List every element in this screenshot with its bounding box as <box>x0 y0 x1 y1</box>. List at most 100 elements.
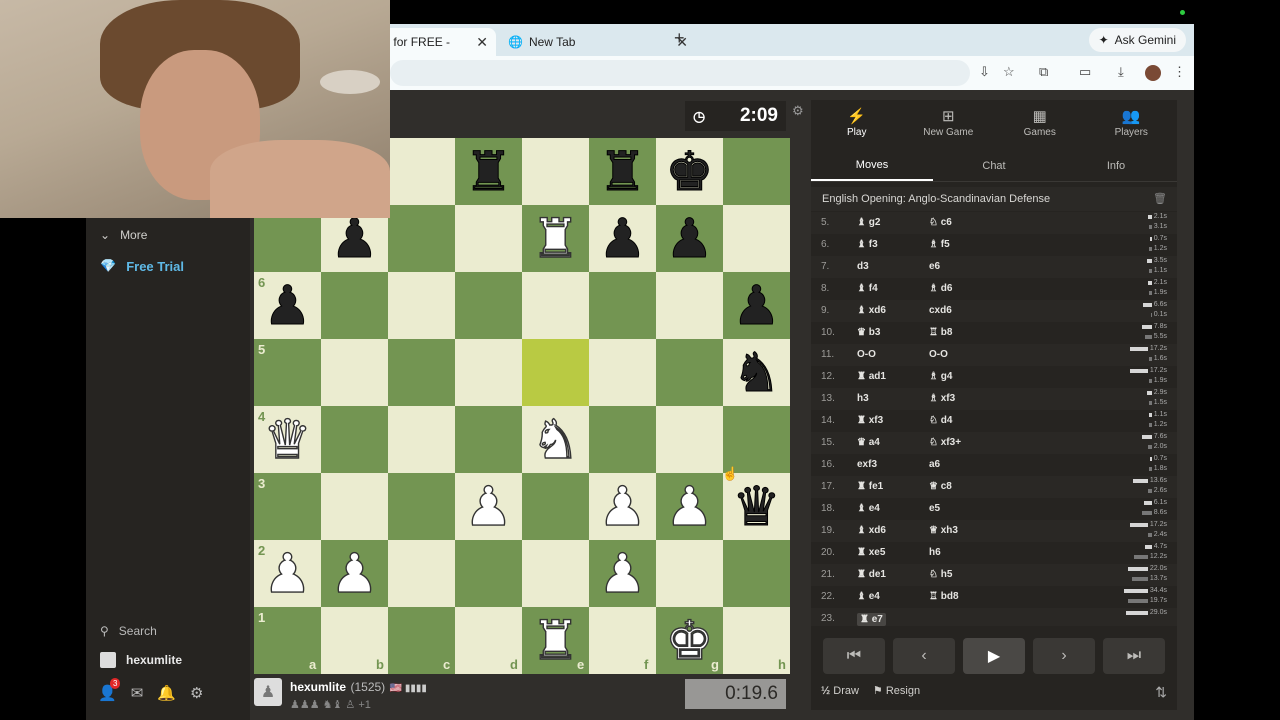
square-d5[interactable] <box>455 339 522 406</box>
square-e5[interactable] <box>522 339 589 406</box>
black-move[interactable]: ♗ f5 <box>929 239 950 250</box>
menu-icon[interactable]: ⋮ <box>1173 64 1186 80</box>
square-c6[interactable] <box>388 272 455 339</box>
white-move[interactable]: ♜ fe1 <box>857 481 883 492</box>
square-g4[interactable] <box>656 406 723 473</box>
tab-new-game[interactable]: ⊞ New Game <box>903 100 995 144</box>
black-move[interactable]: ♗ g4 <box>929 371 952 382</box>
square-c7[interactable] <box>388 205 455 272</box>
square-e6[interactable] <box>522 272 589 339</box>
white-move[interactable]: h3 <box>857 393 869 404</box>
install-icon[interactable]: ⇩ <box>979 64 990 80</box>
piece-e4[interactable]: ♞ <box>522 406 589 473</box>
black-move[interactable]: ♖ bd8 <box>929 591 959 602</box>
white-move[interactable]: ♛ b3 <box>857 327 880 338</box>
white-move[interactable]: exf3 <box>857 459 877 470</box>
black-move[interactable]: a6 <box>929 459 940 470</box>
black-move[interactable]: ♗ d6 <box>929 283 952 294</box>
square-e3[interactable] <box>522 473 589 540</box>
tab-play[interactable]: ⚡ Play <box>811 100 903 144</box>
square-b3[interactable] <box>321 473 388 540</box>
square-d6[interactable] <box>455 272 522 339</box>
white-move[interactable]: ♝ xd6 <box>857 305 886 316</box>
black-move[interactable]: ♘ xf3+ <box>929 437 961 448</box>
close-icon[interactable]: ✕ <box>476 34 488 51</box>
piece-f7[interactable]: ♟ <box>589 205 656 272</box>
next-move-button[interactable]: › <box>1033 638 1095 674</box>
play-button[interactable]: ▶ <box>963 638 1025 674</box>
player-avatar[interactable]: ♟ <box>254 678 282 706</box>
player-name[interactable]: hexumlite <box>290 680 346 694</box>
trash-icon[interactable]: 🗑 <box>1153 192 1167 205</box>
square-h2[interactable] <box>723 540 790 607</box>
black-move[interactable]: ♘ d4 <box>929 415 952 426</box>
square-f4[interactable] <box>589 406 656 473</box>
white-move[interactable]: ♜ ad1 <box>857 371 886 382</box>
tab-players[interactable]: 👥 Players <box>1086 100 1178 144</box>
white-move[interactable]: ♛ a4 <box>857 437 880 448</box>
black-move[interactable]: h6 <box>929 547 941 558</box>
square-d2[interactable] <box>455 540 522 607</box>
square-b5[interactable] <box>321 339 388 406</box>
square-e2[interactable] <box>522 540 589 607</box>
piece-g7[interactable]: ♟ <box>656 205 723 272</box>
piece-h6[interactable]: ♟ <box>723 272 790 339</box>
piece-b2[interactable]: ♟ <box>321 540 388 607</box>
black-move[interactable]: ♘ h5 <box>929 569 952 580</box>
first-move-button[interactable]: ⏮ <box>823 638 885 674</box>
square-h8[interactable] <box>723 138 790 205</box>
black-move[interactable]: ♖ b8 <box>929 327 952 338</box>
tab-info[interactable]: Info <box>1055 150 1177 181</box>
white-move[interactable]: ♝ f4 <box>857 283 878 294</box>
black-move[interactable]: ♕ xh3 <box>929 525 958 536</box>
white-move[interactable]: ♜ e7 <box>857 613 886 626</box>
white-move[interactable]: ♝ xd6 <box>857 525 886 536</box>
white-move[interactable]: d3 <box>857 261 869 272</box>
black-move[interactable]: ♕ c8 <box>929 481 952 492</box>
black-move[interactable]: cxd6 <box>929 305 952 316</box>
piece-f3[interactable]: ♟ <box>589 473 656 540</box>
square-d4[interactable] <box>455 406 522 473</box>
extensions-icon[interactable]: ⧉ <box>1039 64 1048 80</box>
square-h7[interactable] <box>723 205 790 272</box>
white-move[interactable]: ♝ g2 <box>857 217 880 228</box>
white-move[interactable]: ♝ e4 <box>857 591 880 602</box>
piece-f8[interactable]: ♜ <box>589 138 656 205</box>
piece-d8[interactable]: ♜ <box>455 138 522 205</box>
last-move-button[interactable]: ⏭ <box>1103 638 1165 674</box>
tab-chat[interactable]: Chat <box>933 150 1055 181</box>
sidepanel-icon[interactable]: ▭ <box>1079 64 1091 80</box>
sidebar-item-search[interactable]: ⚲ Search <box>100 624 157 638</box>
square-c4[interactable] <box>388 406 455 473</box>
square-h4[interactable] <box>723 406 790 473</box>
tab-moves[interactable]: Moves <box>811 150 933 181</box>
mail-icon[interactable]: ✉ <box>131 684 144 702</box>
sidebar-item-free-trial[interactable]: 💎 Free Trial <box>100 258 184 274</box>
previous-move-button[interactable]: ‹ <box>893 638 955 674</box>
sidebar-item-user[interactable]: hexumlite <box>100 652 182 668</box>
tab-games[interactable]: ▦ Games <box>994 100 1086 144</box>
download-icon[interactable]: ⤓ <box>1118 64 1124 80</box>
sidebar-item-more[interactable]: ⌄ More <box>100 228 147 242</box>
white-move[interactable]: ♝ e4 <box>857 503 880 514</box>
white-move[interactable]: ♜ xf3 <box>857 415 883 426</box>
square-c8[interactable] <box>388 138 455 205</box>
tab-new-tab[interactable]: 🌐 New Tab ✕ <box>498 28 696 56</box>
white-move[interactable]: O-O <box>857 349 876 360</box>
piece-h3[interactable]: ♛ <box>723 473 790 540</box>
url-input[interactable] <box>390 60 970 86</box>
flip-board-icon[interactable]: ⇅ <box>1155 684 1167 701</box>
white-move[interactable]: ♝ f3 <box>857 239 878 250</box>
gear-icon[interactable]: ⚙ <box>190 684 203 702</box>
bell-icon[interactable]: 🔔 <box>157 684 176 702</box>
square-g5[interactable] <box>656 339 723 406</box>
piece-g8[interactable]: ♚ <box>656 138 723 205</box>
square-f6[interactable] <box>589 272 656 339</box>
draw-button[interactable]: ½ Draw <box>821 685 859 697</box>
piece-h5[interactable]: ♞ <box>723 339 790 406</box>
board-settings-gear-icon[interactable]: ⚙ <box>792 103 804 119</box>
plus-icon[interactable]: + <box>674 28 685 49</box>
piece-e7[interactable]: ♜ <box>522 205 589 272</box>
ask-gemini-button[interactable]: ✦ Ask Gemini <box>1088 28 1186 52</box>
square-f5[interactable] <box>589 339 656 406</box>
